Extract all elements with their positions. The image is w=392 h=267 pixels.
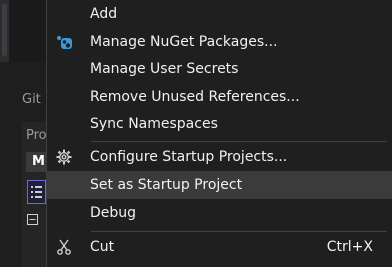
menu-item-manage-user-secrets[interactable]: Manage User Secrets xyxy=(47,55,392,83)
menu-item-label: Set as Startup Project xyxy=(90,177,243,193)
menu-item-remove-unused-references[interactable]: Remove Unused References... xyxy=(47,83,392,111)
menu-item-add[interactable]: Add xyxy=(47,0,392,28)
menu-item-label: Remove Unused References... xyxy=(90,89,300,105)
list-icon xyxy=(31,186,42,198)
git-tab[interactable]: Git xyxy=(22,92,46,110)
project-context-menu: Add Manage NuGet Packages... Manage User… xyxy=(46,0,392,267)
menu-item-manage-nuget-packages[interactable]: Manage NuGet Packages... xyxy=(47,28,392,56)
menu-item-label: Manage User Secrets xyxy=(90,61,239,77)
menu-item-cut[interactable]: Cut Ctrl+X xyxy=(47,233,392,261)
nuget-icon xyxy=(57,36,72,49)
categorized-view-button[interactable] xyxy=(27,180,46,204)
menu-item-debug[interactable]: Debug xyxy=(47,199,392,227)
menu-item-label: Debug xyxy=(90,205,137,221)
menu-item-configure-startup-projects[interactable]: Configure Startup Projects... xyxy=(47,143,392,171)
properties-panel-title: Pro xyxy=(26,128,46,143)
menu-item-label: Cut xyxy=(90,239,115,255)
menu-separator xyxy=(91,231,387,232)
vertical-scrollbar[interactable] xyxy=(2,4,7,56)
menu-item-label: Add xyxy=(90,6,118,22)
scissors-icon xyxy=(57,239,71,255)
menu-item-sync-namespaces[interactable]: Sync Namespaces xyxy=(47,110,392,138)
gear-icon xyxy=(56,149,72,165)
menu-item-label: Manage NuGet Packages... xyxy=(90,34,278,50)
menu-separator xyxy=(91,141,387,142)
editor-area xyxy=(9,0,46,62)
menu-item-set-as-startup-project[interactable]: Set as Startup Project xyxy=(47,171,392,199)
menu-item-shortcut: Ctrl+X xyxy=(326,239,373,255)
menu-item-label: Configure Startup Projects... xyxy=(90,149,288,165)
collapse-icon[interactable] xyxy=(27,214,38,225)
menu-item-label: Sync Namespaces xyxy=(90,116,218,132)
properties-panel-header: M xyxy=(26,152,46,172)
